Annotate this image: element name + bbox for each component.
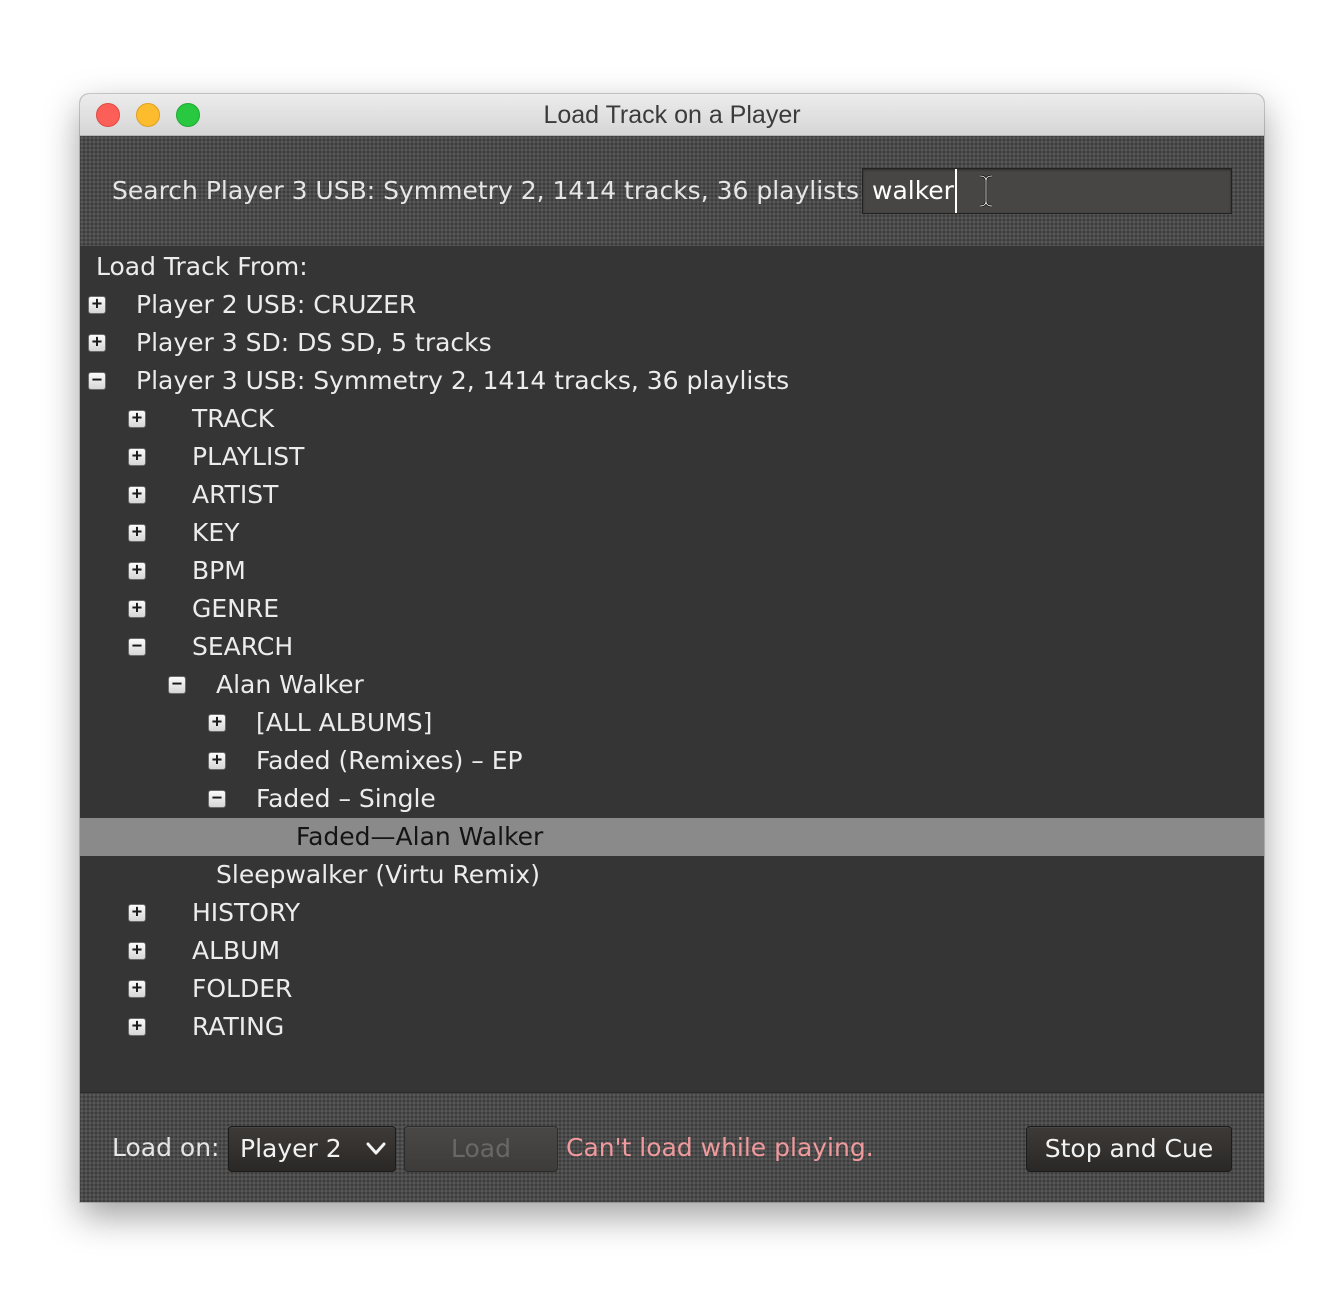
- load-controls-bar: Load on: Player 2 Load Can't load while …: [80, 1092, 1264, 1202]
- tree-node-label: Player 3 SD: DS SD, 5 tracks: [136, 328, 492, 357]
- tree-node[interactable]: − Alan Walker: [80, 666, 1264, 704]
- tree-node[interactable]: + BPM: [80, 552, 1264, 590]
- tree-leaf[interactable]: Faded—Alan Walker: [80, 818, 1264, 856]
- expand-icon[interactable]: +: [128, 486, 146, 504]
- tree-node-label: [ALL ALBUMS]: [256, 708, 433, 737]
- tree-node[interactable]: + KEY: [80, 514, 1264, 552]
- tree-node-label: Faded (Remixes) – EP: [256, 746, 523, 775]
- track-source-tree[interactable]: Load Track From: + Player 2 USB: CRUZER + P…: [80, 246, 1264, 1092]
- tree-node-label: Alan Walker: [216, 670, 364, 699]
- player-select-value: Player 2: [240, 1134, 342, 1163]
- search-bar: Search Player 3 USB: Symmetry 2, 1414 tr…: [80, 136, 1264, 246]
- tree-node-label: Faded—Alan Walker: [296, 822, 544, 851]
- collapse-icon[interactable]: −: [168, 676, 186, 694]
- expand-icon[interactable]: +: [88, 334, 106, 352]
- tree-node-label: ALBUM: [192, 936, 281, 965]
- collapse-icon[interactable]: −: [208, 790, 226, 808]
- tree-node-label: BPM: [192, 556, 246, 585]
- tree-node-label: Player 2 USB: CRUZER: [136, 290, 417, 319]
- collapse-icon[interactable]: −: [88, 372, 106, 390]
- collapse-icon[interactable]: −: [128, 638, 146, 656]
- search-input[interactable]: walker: [862, 168, 1232, 214]
- expand-icon[interactable]: +: [128, 410, 146, 428]
- tree-root-label: Load Track From:: [96, 252, 308, 281]
- tree-node-label: Faded – Single: [256, 784, 436, 813]
- text-cursor-icon: [979, 174, 993, 208]
- expand-icon[interactable]: +: [128, 1018, 146, 1036]
- tree-node-label: SEARCH: [192, 632, 294, 661]
- tree-node[interactable]: − Faded – Single: [80, 780, 1264, 818]
- expand-icon[interactable]: +: [128, 980, 146, 998]
- tree-node-label: Player 3 USB: Symmetry 2, 1414 tracks, 3…: [136, 366, 790, 395]
- tree-node[interactable]: + HISTORY: [80, 894, 1264, 932]
- tree-node-label: KEY: [192, 518, 240, 547]
- tree-node-label: HISTORY: [192, 898, 301, 927]
- tree-node[interactable]: + Faded (Remixes) – EP: [80, 742, 1264, 780]
- tree-node[interactable]: + [ALL ALBUMS]: [80, 704, 1264, 742]
- title-bar: Load Track on a Player: [80, 94, 1264, 136]
- tree-node-label: Sleepwalker (Virtu Remix): [216, 860, 540, 889]
- load-button[interactable]: Load: [404, 1126, 558, 1172]
- search-input-value[interactable]: walker: [872, 169, 957, 213]
- expand-icon[interactable]: +: [128, 448, 146, 466]
- expand-icon[interactable]: +: [128, 600, 146, 618]
- player-select[interactable]: Player 2: [228, 1126, 396, 1172]
- tree-node-label: ARTIST: [192, 480, 279, 509]
- status-message: Can't load while playing.: [566, 1133, 874, 1162]
- tree-node-label: RATING: [192, 1012, 285, 1041]
- load-track-window: Load Track on a Player Search Player 3 U…: [80, 94, 1264, 1202]
- expand-icon[interactable]: +: [128, 942, 146, 960]
- tree-node-label: TRACK: [192, 404, 275, 433]
- window-title: Load Track on a Player: [543, 101, 801, 129]
- tree-node[interactable]: − SEARCH: [80, 628, 1264, 666]
- expand-icon[interactable]: +: [88, 296, 106, 314]
- tree-node[interactable]: + FOLDER: [80, 970, 1264, 1008]
- expand-icon[interactable]: +: [208, 752, 226, 770]
- tree-node[interactable]: + RATING: [80, 1008, 1264, 1046]
- search-label: Search Player 3 USB: Symmetry 2, 1414 tr…: [112, 176, 868, 205]
- expand-icon[interactable]: +: [128, 524, 146, 542]
- stop-and-cue-button[interactable]: Stop and Cue: [1026, 1126, 1232, 1172]
- tree-node[interactable]: + ALBUM: [80, 932, 1264, 970]
- tree-node[interactable]: + Player 2 USB: CRUZER: [80, 286, 1264, 324]
- expand-icon[interactable]: +: [208, 714, 226, 732]
- tree-node[interactable]: + TRACK: [80, 400, 1264, 438]
- expand-icon[interactable]: +: [128, 562, 146, 580]
- tree-node[interactable]: − Player 3 USB: Symmetry 2, 1414 tracks, …: [80, 362, 1264, 400]
- tree-node-label: GENRE: [192, 594, 280, 623]
- expand-icon[interactable]: +: [128, 904, 146, 922]
- chevron-down-icon: [366, 1142, 386, 1155]
- tree-node[interactable]: + ARTIST: [80, 476, 1264, 514]
- tree-leaf[interactable]: Sleepwalker (Virtu Remix): [80, 856, 1264, 894]
- tree-node-label: PLAYLIST: [192, 442, 305, 471]
- tree-node-label: FOLDER: [192, 974, 293, 1003]
- tree-node[interactable]: + Player 3 SD: DS SD, 5 tracks: [80, 324, 1264, 362]
- load-on-label: Load on:: [112, 1133, 220, 1162]
- tree-node[interactable]: + PLAYLIST: [80, 438, 1264, 476]
- tree-node[interactable]: + GENRE: [80, 590, 1264, 628]
